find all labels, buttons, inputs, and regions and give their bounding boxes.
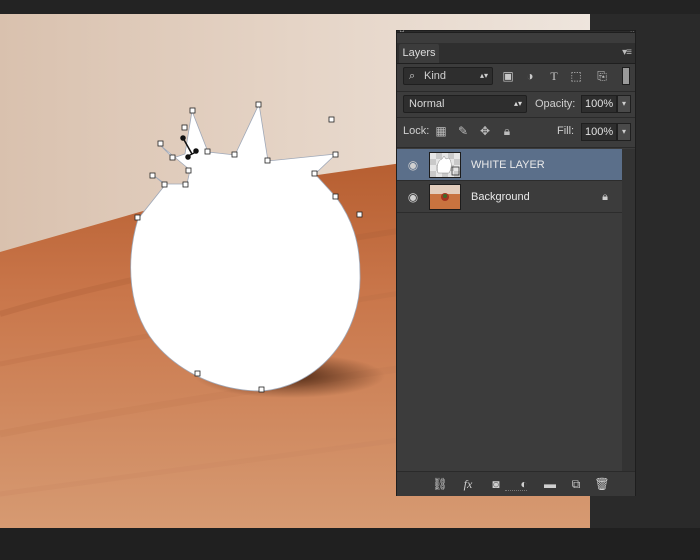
filter-kind-select[interactable]: ⌕ Kind ▴▾ bbox=[403, 67, 493, 85]
chevron-updown-icon: ▴▾ bbox=[513, 99, 522, 108]
new-layer-icon[interactable]: ⧉ bbox=[567, 475, 585, 493]
layer-name[interactable]: Background bbox=[471, 189, 530, 205]
panel-bottom-bar: ⛓ fx ◙ ◐ ▬ ⧉ 🗑︎ bbox=[397, 471, 635, 496]
layer-filter-row: ⌕ Kind ▴▾ ▣ ◑ T ⬚ ⎘ bbox=[401, 67, 631, 89]
panel-menu-icon[interactable]: ▾≡ bbox=[622, 47, 632, 58]
divider bbox=[397, 117, 635, 118]
lock-image-pixels-icon[interactable]: ✎ bbox=[455, 123, 471, 139]
fill-label: Fill: bbox=[557, 125, 575, 137]
add-mask-icon[interactable]: ◙ bbox=[487, 475, 505, 493]
filter-toggle-switch[interactable] bbox=[622, 67, 630, 85]
new-group-folder-icon[interactable]: ▬ bbox=[541, 475, 559, 493]
shape-filter-icon[interactable]: ⬚ bbox=[567, 67, 585, 85]
pixel-filter-icon[interactable]: ▣ bbox=[499, 67, 517, 85]
fill-input[interactable]: 100% bbox=[581, 123, 617, 141]
fill-dropdown-button[interactable]: ▾ bbox=[617, 123, 631, 141]
lock-label: Lock: bbox=[403, 125, 430, 137]
opacity-label: Opacity: bbox=[535, 98, 576, 110]
eye-icon[interactable]: ◉ bbox=[405, 189, 421, 205]
tab-layers[interactable]: Layers bbox=[399, 44, 439, 63]
search-icon: ⌕ bbox=[409, 70, 416, 82]
type-filter-icon[interactable]: T bbox=[545, 67, 563, 85]
layer-name[interactable]: WHITE LAYER bbox=[471, 157, 545, 173]
layers-panel: Layers ▾≡ ⌕ Kind ▴▾ ▣ ◑ T ⬚ ⎘ Normal ▴▾ … bbox=[396, 32, 636, 496]
blend-mode-select[interactable]: Normal ▴▾ bbox=[403, 95, 527, 113]
chevron-updown-icon: ▴▾ bbox=[479, 71, 488, 80]
filter-kind-label: Kind bbox=[424, 70, 447, 82]
eye-icon[interactable]: ◉ bbox=[405, 157, 421, 173]
opacity-input[interactable]: 100% bbox=[581, 95, 617, 113]
divider bbox=[397, 147, 635, 148]
layer-thumbnail[interactable] bbox=[429, 184, 461, 210]
blend-mode-value: Normal bbox=[409, 98, 445, 110]
lock-all-icon[interactable]: 🔒︎ bbox=[499, 123, 515, 139]
layers-scrollbar[interactable] bbox=[622, 149, 635, 471]
layer-row-background[interactable]: ◉ Background 🔒︎ bbox=[397, 181, 622, 213]
lock-transparent-pixels-icon[interactable]: ▦ bbox=[433, 123, 449, 139]
layer-style-fx-icon[interactable]: fx bbox=[459, 475, 477, 493]
smart-object-filter-icon[interactable]: ⎘ bbox=[593, 67, 611, 85]
divider bbox=[397, 91, 635, 92]
lock-icon: 🔒︎ bbox=[602, 191, 608, 203]
layer-thumbnail[interactable] bbox=[429, 152, 461, 178]
panel-resize-grip[interactable] bbox=[505, 490, 527, 494]
adjustment-filter-icon[interactable]: ◑ bbox=[521, 67, 539, 85]
link-layers-icon[interactable]: ⛓ bbox=[431, 475, 449, 493]
pasteboard-bottom bbox=[0, 528, 700, 560]
opacity-dropdown-button[interactable]: ▾ bbox=[617, 95, 631, 113]
layer-row-white-layer[interactable]: ◉ WHITE LAYER bbox=[397, 149, 622, 181]
panel-tab-bar: Layers ▾≡ bbox=[397, 43, 635, 64]
trash-icon[interactable]: 🗑︎ bbox=[593, 475, 611, 493]
lock-position-icon[interactable]: ✥ bbox=[477, 123, 493, 139]
